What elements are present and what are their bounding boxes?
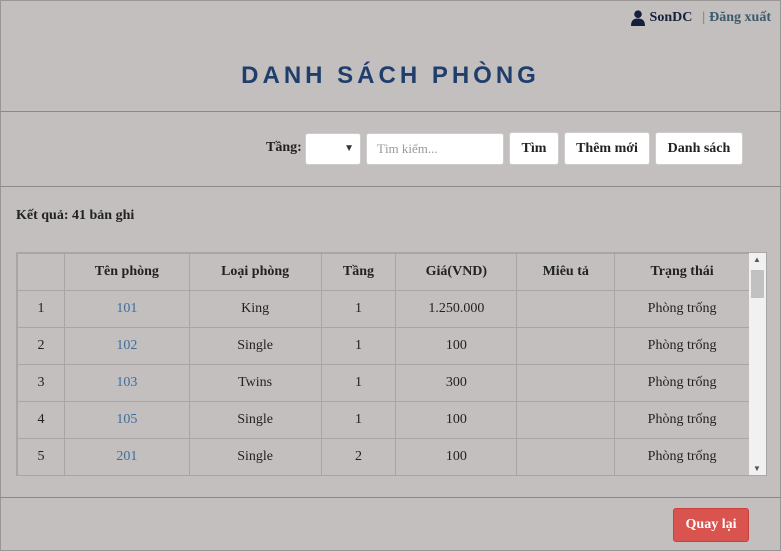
room-price: 100 bbox=[395, 327, 518, 365]
room-price: 1.250.000 bbox=[395, 290, 518, 328]
floor-label: Tầng: bbox=[266, 140, 302, 155]
scrollbar-thumb[interactable] bbox=[751, 270, 764, 298]
scroll-down-arrow-icon[interactable]: ▼ bbox=[753, 464, 761, 473]
user-separator: | bbox=[702, 10, 706, 25]
room-table-container: Tên phòng Loại phòng Tầng Giá(VND) Miêu … bbox=[16, 252, 767, 476]
room-status: Phòng trống bbox=[614, 364, 750, 402]
room-status: Phòng trống bbox=[614, 290, 750, 328]
header-room-name: Tên phòng bbox=[63, 253, 190, 291]
scroll-up-arrow-icon[interactable]: ▲ bbox=[753, 255, 761, 264]
header-room-type: Loại phòng bbox=[188, 253, 322, 291]
room-type: Single bbox=[188, 327, 322, 365]
table-scrollbar[interactable]: ▲ ▼ bbox=[749, 253, 766, 475]
room-price: 300 bbox=[395, 364, 518, 402]
username: SonDC bbox=[649, 10, 693, 25]
room-name-link[interactable]: 102 bbox=[63, 327, 190, 365]
table-row: 5 201 Single 2 100 Phòng trống bbox=[17, 438, 750, 475]
room-table: Tên phòng Loại phòng Tầng Giá(VND) Miêu … bbox=[17, 253, 750, 475]
room-type: Single bbox=[188, 438, 322, 475]
room-status: Phòng trống bbox=[614, 401, 750, 439]
room-type: King bbox=[188, 290, 322, 328]
search-button[interactable]: Tìm bbox=[509, 132, 559, 165]
row-index: 1 bbox=[17, 290, 65, 328]
chevron-down-icon: ▼ bbox=[344, 143, 354, 154]
room-description bbox=[516, 327, 616, 365]
list-button[interactable]: Danh sách bbox=[655, 132, 743, 165]
back-button[interactable]: Quay lại bbox=[673, 508, 749, 542]
room-floor: 1 bbox=[320, 401, 397, 439]
table-row: 1 101 King 1 1.250.000 Phòng trống bbox=[17, 290, 750, 328]
row-index: 3 bbox=[17, 364, 65, 402]
room-name-link[interactable]: 105 bbox=[63, 401, 190, 439]
header-floor: Tầng bbox=[320, 253, 397, 291]
room-floor: 2 bbox=[320, 438, 397, 475]
table-row: 3 103 Twins 1 300 Phòng trống bbox=[17, 364, 750, 402]
room-description bbox=[516, 290, 616, 328]
footer-divider bbox=[0, 497, 781, 498]
logout-link[interactable]: Đăng xuất bbox=[709, 10, 771, 26]
room-floor: 1 bbox=[320, 290, 397, 328]
room-status: Phòng trống bbox=[614, 438, 750, 475]
floor-select[interactable]: ▼ bbox=[305, 133, 361, 165]
room-type: Twins bbox=[188, 364, 322, 402]
room-description bbox=[516, 364, 616, 402]
row-index: 2 bbox=[17, 327, 65, 365]
result-count: Kết quả: 41 bản ghi bbox=[16, 208, 135, 223]
room-description bbox=[516, 401, 616, 439]
header-divider bbox=[0, 111, 781, 112]
room-name-link[interactable]: 101 bbox=[63, 290, 190, 328]
room-type: Single bbox=[188, 401, 322, 439]
header-index bbox=[17, 253, 65, 291]
filter-divider bbox=[0, 186, 781, 187]
header-price: Giá(VND) bbox=[395, 253, 518, 291]
room-price: 100 bbox=[395, 438, 518, 475]
page-title: DANH SÁCH PHÒNG bbox=[241, 62, 540, 89]
header-status: Trạng thái bbox=[614, 253, 750, 291]
add-new-button[interactable]: Thêm mới bbox=[564, 132, 650, 165]
table-row: 2 102 Single 1 100 Phòng trống bbox=[17, 327, 750, 365]
room-name-link[interactable]: 103 bbox=[63, 364, 190, 402]
room-status: Phòng trống bbox=[614, 327, 750, 365]
user-icon bbox=[630, 10, 645, 26]
filter-bar: Tầng: ▼ Tìm Thêm mới Danh sách bbox=[0, 132, 781, 166]
table-row: 4 105 Single 1 100 Phòng trống bbox=[17, 401, 750, 439]
room-name-link[interactable]: 201 bbox=[63, 438, 190, 475]
search-input[interactable] bbox=[366, 133, 504, 165]
room-price: 100 bbox=[395, 401, 518, 439]
table-header-row: Tên phòng Loại phòng Tầng Giá(VND) Miêu … bbox=[17, 253, 750, 291]
row-index: 5 bbox=[17, 438, 65, 475]
user-bar: SonDC | Đăng xuất bbox=[630, 10, 771, 26]
room-floor: 1 bbox=[320, 327, 397, 365]
room-floor: 1 bbox=[320, 364, 397, 402]
header-description: Miêu tả bbox=[516, 253, 616, 291]
row-index: 4 bbox=[17, 401, 65, 439]
room-description bbox=[516, 438, 616, 475]
